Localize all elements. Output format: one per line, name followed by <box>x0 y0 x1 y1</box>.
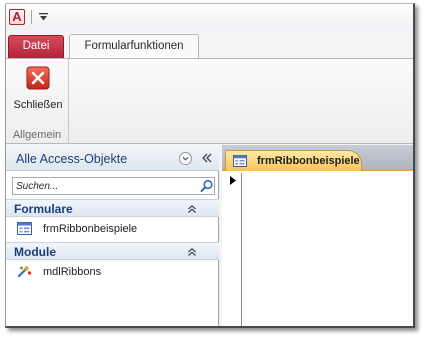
ribbon-group-label: Allgemein <box>12 129 62 141</box>
nav-pane-title: Alle Access-Objekte <box>16 152 128 166</box>
nav-item-label: frmRibbonbeispiele <box>43 223 138 235</box>
search-input[interactable] <box>13 178 196 194</box>
shutter-bar-close-icon[interactable] <box>201 153 213 163</box>
search-box <box>12 177 215 195</box>
nav-item-module[interactable]: mdlRibbons <box>6 261 219 283</box>
ribbon-tab-row: Datei Formularfunktionen <box>6 31 413 59</box>
chevron-down-icon[interactable] <box>179 152 192 165</box>
document-tab[interactable]: frmRibbonbeispiele <box>225 150 362 171</box>
close-icon <box>26 66 50 90</box>
quick-access-toolbar: A <box>6 4 413 31</box>
close-form-button[interactable]: Schließen <box>10 65 66 119</box>
collapse-icon[interactable] <box>187 247 197 257</box>
search-icon[interactable] <box>200 179 214 193</box>
toolbar-separator <box>31 10 32 24</box>
form-icon <box>17 222 32 235</box>
nav-group-module[interactable]: Module <box>6 242 219 260</box>
module-icon <box>17 266 32 278</box>
navigation-pane: Alle Access-Objekte Formulare <box>6 145 219 326</box>
nav-group-formulare[interactable]: Formulare <box>6 199 219 217</box>
document-area: frmRibbonbeispiele <box>222 145 413 326</box>
nav-group-label: Module <box>14 245 56 259</box>
nav-item-label: mdlRibbons <box>43 266 102 278</box>
ribbon-group-allgemein: Schließen Allgemein <box>6 59 69 144</box>
nav-group-label: Formulare <box>14 202 73 216</box>
document-tab-label: frmRibbonbeispiele <box>257 155 360 167</box>
access-window: A Datei Formularfunktionen Schließen All… <box>5 3 415 328</box>
customize-toolbar-icon[interactable] <box>39 13 48 22</box>
nav-pane-header[interactable]: Alle Access-Objekte <box>6 145 219 171</box>
ribbon-panel: Schließen Allgemein <box>6 58 413 144</box>
tab-formularfunktionen[interactable]: Formularfunktionen <box>69 34 199 59</box>
form-icon <box>233 155 247 167</box>
access-app-icon[interactable]: A <box>9 9 25 25</box>
nav-item-form[interactable]: frmRibbonbeispiele <box>6 218 219 240</box>
document-tab-strip: frmRibbonbeispiele <box>222 145 413 171</box>
current-record-arrow-icon <box>230 176 236 185</box>
tab-file[interactable]: Datei <box>8 35 64 58</box>
record-selector[interactable] <box>222 173 242 326</box>
close-button-label: Schließen <box>13 99 63 111</box>
collapse-icon[interactable] <box>187 204 197 214</box>
